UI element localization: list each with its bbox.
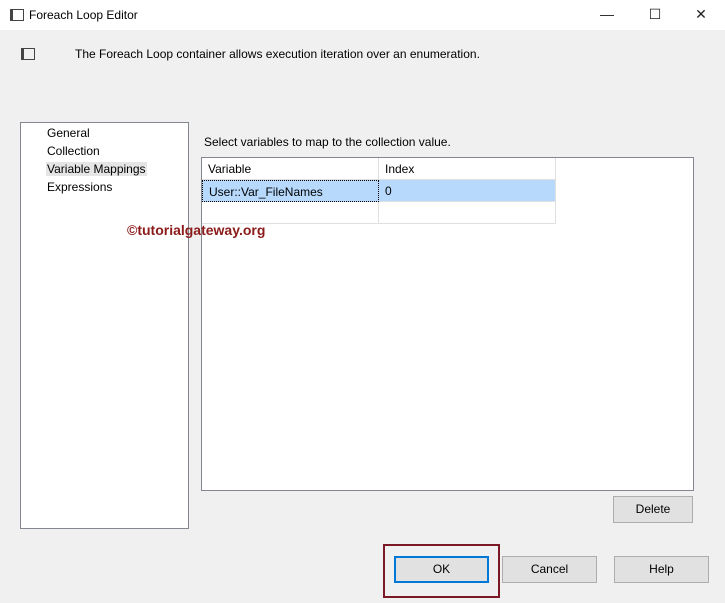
- ok-button[interactable]: OK: [394, 556, 489, 583]
- cell-variable[interactable]: User::Var_FileNames: [202, 180, 379, 202]
- nav-item-collection[interactable]: Collection: [46, 144, 101, 158]
- column-header-variable[interactable]: Variable: [202, 158, 379, 180]
- nav-list: General Collection Variable Mappings Exp…: [20, 122, 189, 529]
- foreach-loop-icon: [21, 48, 35, 60]
- empty-cell-variable[interactable]: [202, 202, 379, 224]
- empty-cell-index[interactable]: [379, 202, 556, 224]
- prompt-label: Select variables to map to the collectio…: [204, 135, 451, 149]
- minimize-button[interactable]: —: [592, 6, 622, 22]
- help-button[interactable]: Help: [614, 556, 709, 583]
- cell-index[interactable]: 0: [379, 180, 556, 202]
- window-title: Foreach Loop Editor: [29, 8, 138, 22]
- close-button[interactable]: ✕: [686, 6, 716, 23]
- nav-item-general[interactable]: General: [46, 126, 91, 140]
- nav-item-variable-mappings[interactable]: Variable Mappings: [46, 162, 147, 176]
- delete-button[interactable]: Delete: [613, 496, 693, 523]
- title-bar: Foreach Loop Editor — ☐ ✕: [0, 0, 725, 30]
- nav-item-expressions[interactable]: Expressions: [46, 180, 113, 194]
- variable-mappings-grid: Variable Index User::Var_FileNames 0: [201, 157, 694, 491]
- foreach-loop-icon: [10, 9, 24, 21]
- column-header-index[interactable]: Index: [379, 158, 556, 180]
- cancel-button[interactable]: Cancel: [502, 556, 597, 583]
- description: The Foreach Loop container allows execut…: [75, 47, 480, 61]
- maximize-button[interactable]: ☐: [640, 6, 670, 23]
- watermark: ©tutorialgateway.org: [127, 222, 266, 238]
